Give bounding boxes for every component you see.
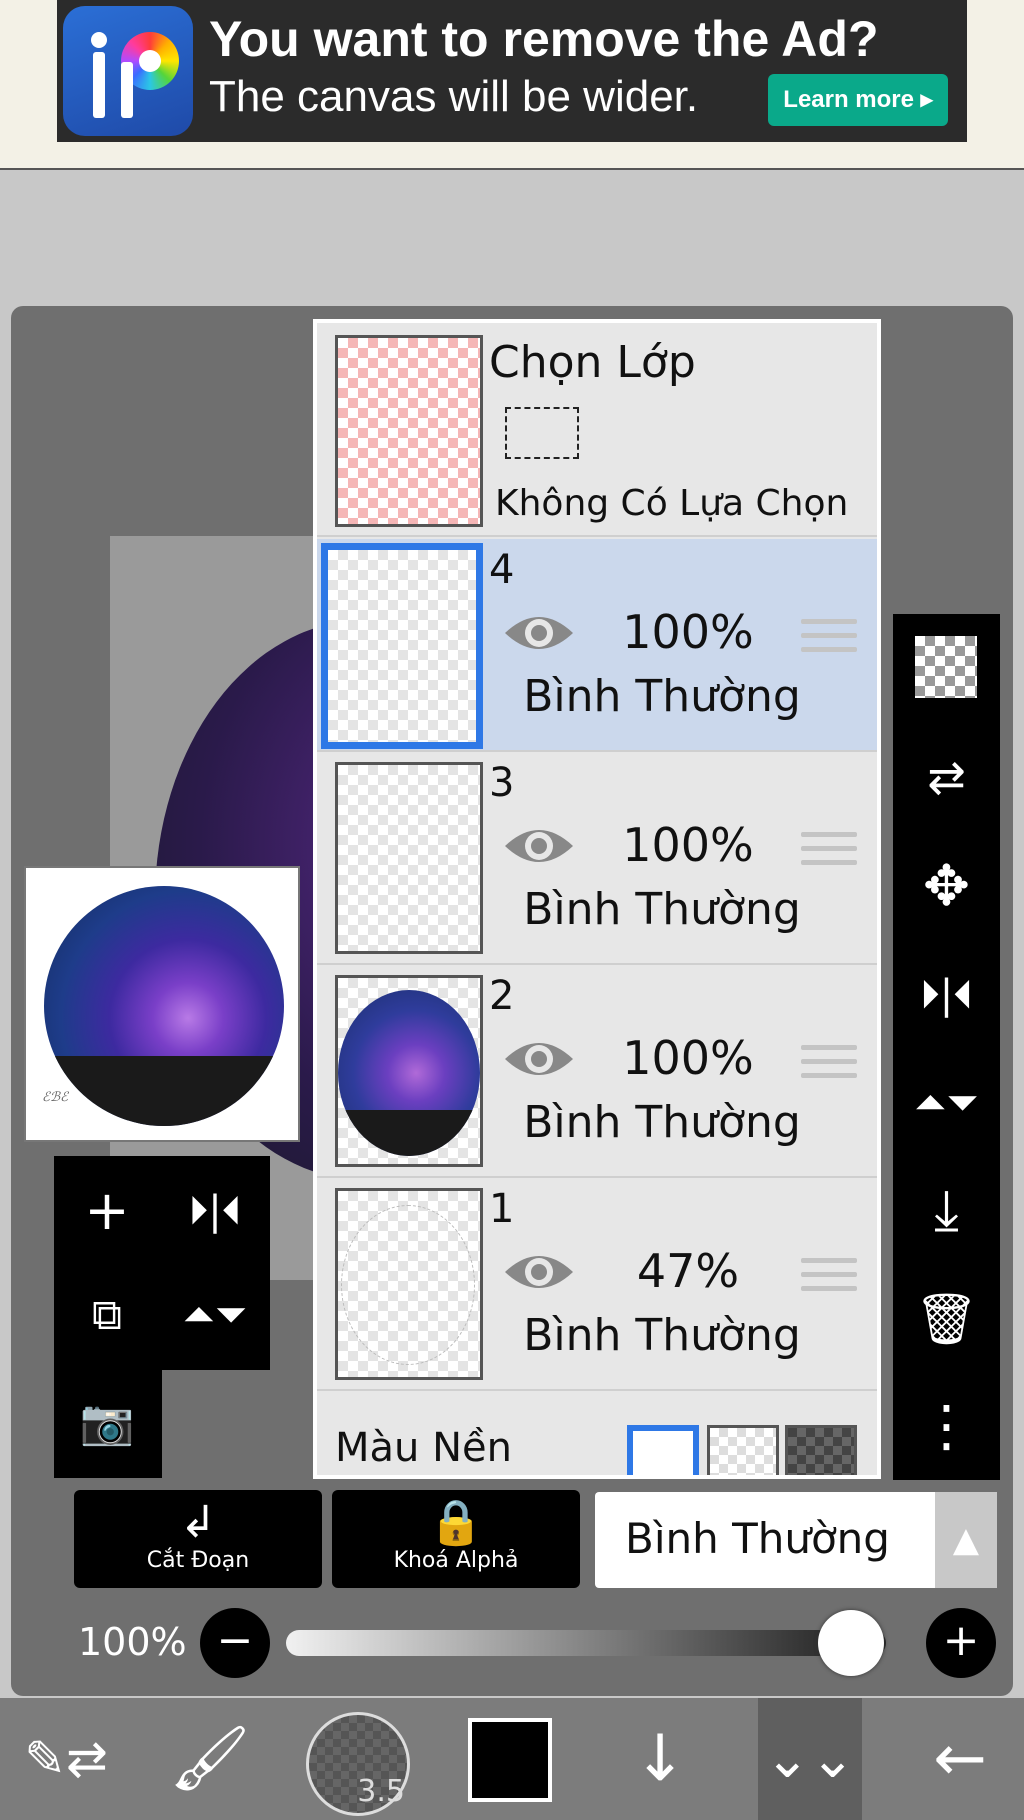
move-icon[interactable]: ✥ bbox=[893, 834, 1000, 940]
brush-icon[interactable]: 🖌 bbox=[150, 1698, 270, 1820]
selection-marquee-icon bbox=[505, 407, 579, 459]
current-color-swatch[interactable] bbox=[468, 1718, 552, 1802]
selection-layer-title: Chọn Lớp bbox=[489, 337, 696, 388]
alpha-lock-label: Khoá Alphả bbox=[393, 1548, 519, 1573]
layer-opacity: 100% bbox=[622, 818, 754, 872]
ad-banner-area: You want to remove the Ad? The canvas wi… bbox=[0, 0, 1024, 170]
layer-row[interactable]: 3 100% Bình Thường bbox=[317, 752, 877, 965]
layer-opacity: 100% bbox=[622, 605, 754, 659]
visibility-eye-icon[interactable] bbox=[503, 1250, 575, 1294]
layer-row[interactable]: 4 100% Bình Thường bbox=[317, 539, 877, 752]
layer-thumbnail bbox=[335, 762, 483, 954]
layer-blend-mode: Bình Thường bbox=[523, 1097, 801, 1148]
layer-number: 3 bbox=[489, 760, 515, 806]
flip-layer-horizontal-icon[interactable]: ⏵|⏴ bbox=[170, 1166, 260, 1256]
opacity-label: 100% bbox=[78, 1620, 187, 1664]
layer-blend-mode: Bình Thường bbox=[523, 1310, 801, 1361]
ibispaint-logo-icon bbox=[63, 6, 193, 136]
opacity-increase-button[interactable]: + bbox=[926, 1608, 996, 1678]
layer-number: 1 bbox=[489, 1186, 515, 1232]
layer-row[interactable]: 1 47% Bình Thường bbox=[317, 1178, 877, 1391]
ad-learn-more-button[interactable]: Learn more ▸ bbox=[768, 74, 948, 126]
dropdown-arrow-icon[interactable]: ▲ bbox=[935, 1492, 997, 1588]
arrow-down-icon[interactable]: ↓ bbox=[600, 1698, 720, 1820]
layers-collapse-icon[interactable]: ⌄⌄ bbox=[758, 1698, 862, 1820]
drag-handle-icon[interactable] bbox=[801, 1045, 857, 1083]
ad-banner[interactable]: You want to remove the Ad? The canvas wi… bbox=[57, 0, 967, 142]
ad-title: You want to remove the Ad? bbox=[209, 11, 879, 67]
merge-down-icon[interactable]: ⤓ bbox=[893, 1158, 1000, 1264]
selection-layer-row[interactable]: Chọn Lớp Không Có Lựa Chọn bbox=[317, 323, 877, 537]
layer-thumbnail bbox=[335, 1188, 483, 1380]
delete-layer-icon[interactable]: 🗑 bbox=[893, 1266, 1000, 1372]
lock-icon: 🔒 bbox=[428, 1497, 484, 1548]
drag-handle-icon[interactable] bbox=[801, 619, 857, 657]
clipping-arrow-icon: ↲ bbox=[179, 1497, 217, 1548]
background-color-row: Màu Nền bbox=[317, 1395, 877, 1475]
clipping-label: Cắt Đoạn bbox=[146, 1548, 250, 1573]
opacity-slider-thumb[interactable] bbox=[818, 1610, 884, 1676]
background-white-swatch[interactable] bbox=[627, 1425, 699, 1475]
visibility-eye-icon[interactable] bbox=[503, 1037, 575, 1081]
swap-layer-icon[interactable]: ⇄ bbox=[893, 724, 1000, 830]
brush-size-indicator[interactable]: 3.5 bbox=[306, 1712, 410, 1816]
preview-artwork bbox=[44, 886, 284, 1126]
alpha-lock-button[interactable]: 🔒 Khoá Alphả bbox=[332, 1490, 580, 1588]
drag-handle-icon[interactable] bbox=[801, 832, 857, 870]
visibility-eye-icon[interactable] bbox=[503, 824, 575, 868]
selection-status: Không Có Lựa Chọn bbox=[495, 483, 849, 524]
layer-row[interactable]: 2 100% Bình Thường bbox=[317, 965, 877, 1178]
blend-mode-value: Bình Thường bbox=[625, 1514, 890, 1563]
opacity-slider[interactable] bbox=[286, 1630, 886, 1656]
tool-swap-icon[interactable]: ✎⇄ bbox=[6, 1698, 126, 1820]
add-layer-icon[interactable]: + bbox=[62, 1166, 152, 1256]
layer-opacity: 47% bbox=[636, 1244, 740, 1298]
layer-list-panel: Chọn Lớp Không Có Lựa Chọn 4 100% Bình T… bbox=[313, 319, 881, 1479]
layer-number: 4 bbox=[489, 547, 515, 593]
opacity-decrease-button[interactable]: − bbox=[200, 1608, 270, 1678]
transparent-fill-icon[interactable] bbox=[893, 614, 1000, 720]
artist-signature: ℰℬℰ bbox=[42, 1090, 68, 1105]
brush-size-value: 3.5 bbox=[357, 1774, 405, 1809]
flip-vertical-icon[interactable]: ⏶⏷ bbox=[893, 1050, 1000, 1156]
drag-handle-icon[interactable] bbox=[801, 1258, 857, 1296]
flip-horizontal-icon[interactable]: ⏵|⏴ bbox=[893, 942, 1000, 1048]
layer-number: 2 bbox=[489, 973, 515, 1019]
duplicate-layer-icon[interactable]: ⧉ bbox=[62, 1270, 152, 1360]
flip-layer-vertical-icon[interactable]: ⏶⏷ bbox=[170, 1270, 260, 1360]
back-arrow-icon[interactable]: ← bbox=[900, 1698, 1020, 1820]
visibility-eye-icon[interactable] bbox=[503, 611, 575, 655]
blend-mode-select[interactable]: Bình Thường ▲ bbox=[595, 1492, 997, 1588]
selection-layer-thumbnail bbox=[335, 335, 483, 527]
background-transparent-swatch[interactable] bbox=[707, 1425, 779, 1475]
bottom-toolbar: ✎⇄ 🖌 3.5 ↓ ⌄⌄ ← bbox=[0, 1698, 1024, 1820]
layer-opacity: 100% bbox=[622, 1031, 754, 1085]
more-options-icon[interactable]: ⋮ bbox=[893, 1374, 1000, 1480]
background-dark-swatch[interactable] bbox=[785, 1425, 857, 1475]
ad-subtitle: The canvas will be wider. bbox=[209, 72, 699, 121]
background-color-label: Màu Nền bbox=[335, 1425, 512, 1471]
layer-thumbnail bbox=[335, 975, 483, 1167]
layer-blend-mode: Bình Thường bbox=[523, 884, 801, 935]
camera-import-icon[interactable]: 📷 bbox=[62, 1378, 152, 1468]
layer-tools-right: ⇄ ✥ ⏵|⏴ ⏶⏷ ⤓ 🗑 ⋮ bbox=[893, 614, 1000, 1480]
clipping-button[interactable]: ↲ Cắt Đoạn bbox=[74, 1490, 322, 1588]
canvas-preview-thumbnail[interactable]: ℰℬℰ bbox=[24, 866, 300, 1142]
layer-blend-mode: Bình Thường bbox=[523, 671, 801, 722]
layer-thumbnail bbox=[321, 543, 483, 749]
